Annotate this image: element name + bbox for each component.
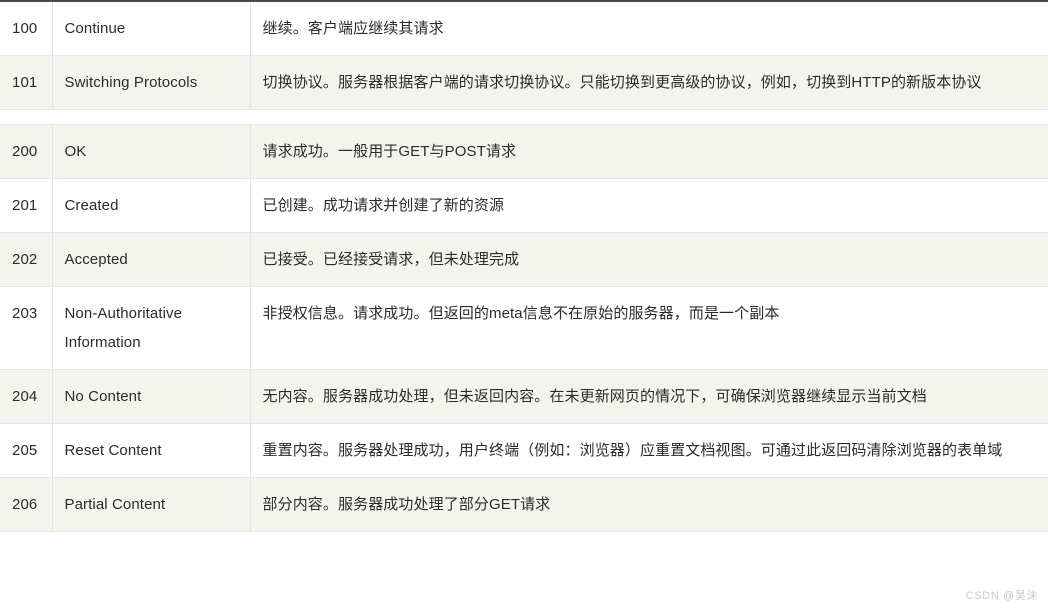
table-row: 201 Created 已创建。成功请求并创建了新的资源 [0, 178, 1048, 233]
table-row: 100 Continue 继续。客户端应继续其请求 [0, 1, 1048, 56]
status-name-cell: Accepted [52, 232, 251, 287]
status-code-cell: 206 [0, 477, 53, 532]
status-description-cell: 继续。客户端应继续其请求 [250, 1, 1048, 56]
status-description-cell: 非授权信息。请求成功。但返回的meta信息不在原始的服务器，而是一个副本 [250, 286, 1048, 370]
section-separator-row [0, 109, 1048, 125]
http-status-code-table: 100 Continue 继续。客户端应继续其请求 101 Switching … [0, 0, 1048, 532]
csdn-watermark: CSDN @昊沫 [965, 590, 1038, 602]
status-code-cell: 203 [0, 286, 53, 370]
status-name-cell: Partial Content [52, 477, 251, 532]
status-description-cell: 重置内容。服务器处理成功，用户终端（例如：浏览器）应重置文档视图。可通过此返回码… [250, 423, 1048, 478]
status-name-cell: Created [52, 178, 251, 233]
status-description-cell: 已接受。已经接受请求，但未处理完成 [250, 232, 1048, 287]
status-description-cell: 切换协议。服务器根据客户端的请求切换协议。只能切换到更高级的协议，例如，切换到H… [250, 55, 1048, 110]
table-row: 101 Switching Protocols 切换协议。服务器根据客户端的请求… [0, 55, 1048, 110]
table-row: 200 OK 请求成功。一般用于GET与POST请求 [0, 124, 1048, 179]
status-name-cell: Switching Protocols [52, 55, 251, 110]
status-code-cell: 200 [0, 124, 53, 179]
table-row: 206 Partial Content 部分内容。服务器成功处理了部分GET请求 [0, 477, 1048, 532]
status-code-cell: 205 [0, 423, 53, 478]
section-separator-cell [0, 109, 1048, 125]
table-row: 204 No Content 无内容。服务器成功处理，但未返回内容。在未更新网页… [0, 369, 1048, 424]
status-description-cell: 请求成功。一般用于GET与POST请求 [250, 124, 1048, 179]
status-name-cell: Continue [52, 1, 251, 56]
status-name-cell: Non-Authoritative Information [52, 286, 251, 370]
table-row: 203 Non-Authoritative Information 非授权信息。… [0, 286, 1048, 370]
status-code-cell: 204 [0, 369, 53, 424]
status-description-cell: 已创建。成功请求并创建了新的资源 [250, 178, 1048, 233]
table-body: 100 Continue 继续。客户端应继续其请求 101 Switching … [0, 1, 1048, 532]
status-code-cell: 202 [0, 232, 53, 287]
status-name-cell: Reset Content [52, 423, 251, 478]
status-description-cell: 无内容。服务器成功处理，但未返回内容。在未更新网页的情况下，可确保浏览器继续显示… [250, 369, 1048, 424]
status-code-cell: 201 [0, 178, 53, 233]
table-row: 205 Reset Content 重置内容。服务器处理成功，用户终端（例如：浏… [0, 423, 1048, 478]
status-description-cell: 部分内容。服务器成功处理了部分GET请求 [250, 477, 1048, 532]
status-name-cell: No Content [52, 369, 251, 424]
status-code-cell: 101 [0, 55, 53, 110]
status-name-cell: OK [52, 124, 251, 179]
status-code-cell: 100 [0, 1, 53, 56]
table-row: 202 Accepted 已接受。已经接受请求，但未处理完成 [0, 232, 1048, 287]
